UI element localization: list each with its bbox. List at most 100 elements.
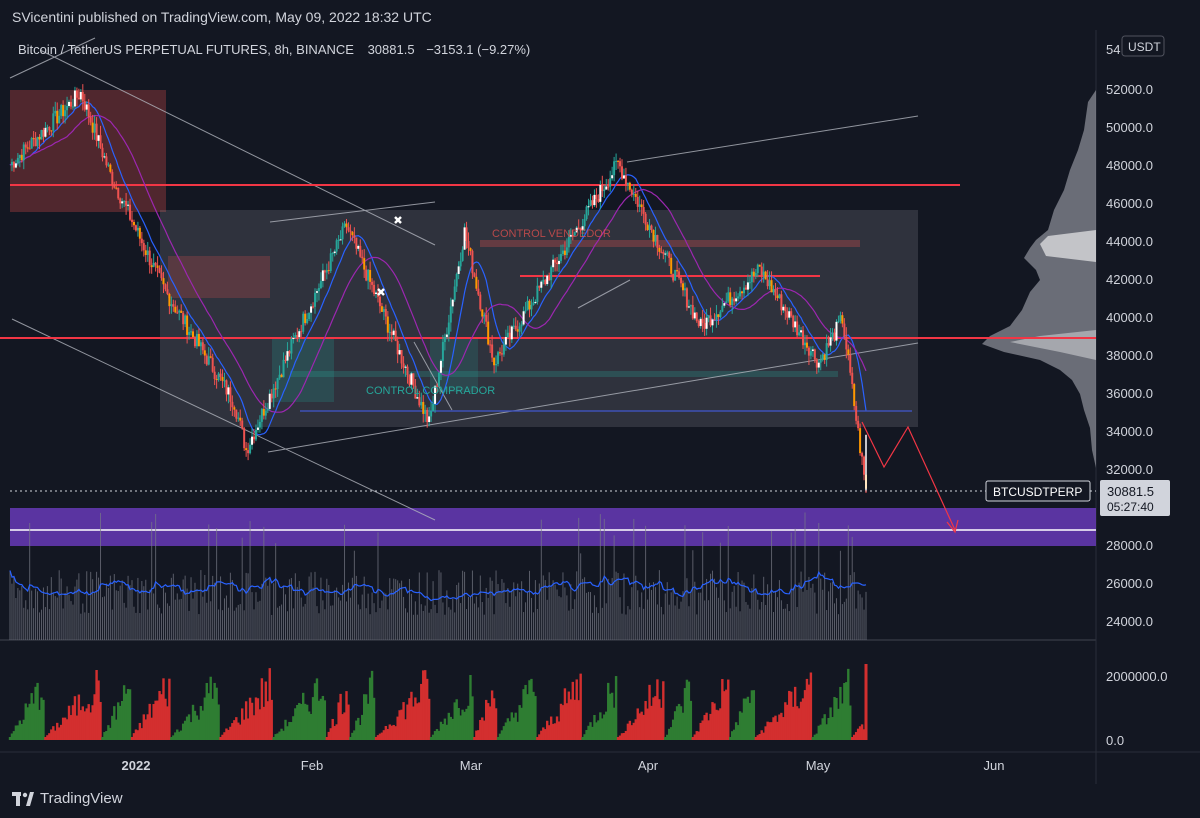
candle-body [260,408,263,422]
candle-body [780,294,783,311]
chart-area[interactable]: CONTROL VENDEDOR CONTROL COMPRADOR Bitco… [0,30,1200,784]
candle-body [178,310,181,313]
symbol-tag[interactable]: BTCUSDTPERP [985,480,1091,502]
candle-body [471,250,474,274]
time-tick: May [806,758,831,773]
candle-body [681,283,684,291]
candle-body [703,322,706,329]
candle-body [733,298,736,302]
candle-body [508,332,511,340]
candle-body [62,105,65,117]
candle-body [619,161,622,167]
candle-body [477,288,480,295]
price-chart[interactable]: CONTROL VENDEDOR CONTROL COMPRADOR Bitco… [0,30,1200,784]
candle-body [380,306,383,312]
candle-body [314,292,317,307]
candle-body [559,253,562,261]
candle-body [835,321,838,341]
price-axis[interactable]: 52000.0 50000.0 48000.0 46000.0 44000.0 42000… [1106,82,1153,629]
candle-body [229,387,232,402]
oscillator-axis[interactable]: 2000000.0 0.0 [1106,669,1167,748]
candle-body [131,219,134,223]
candle-body [10,161,13,166]
candle-body [754,273,757,276]
candle-body [404,366,407,368]
candle-body [811,349,814,352]
candle-body [861,453,864,457]
symbol-description: Bitcoin / TetherUS PERPETUAL FUTURES, 8h… [18,42,530,57]
candle-body [215,378,218,380]
candle-body [522,311,525,325]
candle-body [748,282,751,284]
candle-body [746,282,749,290]
candle-body [154,262,157,266]
candle-body [794,321,797,328]
candle-body [207,356,210,365]
candle-body [182,312,185,325]
candle-body [168,293,171,307]
candle-body [536,285,539,302]
time-axis[interactable]: 2022 Feb Mar Apr May Jun [122,758,1005,773]
candle-body [308,312,311,320]
candle-body [416,397,419,399]
candle-body [146,250,149,256]
candle-body [325,270,328,273]
candle-body [406,366,409,376]
price-tick: 52000.0 [1106,82,1153,97]
candle-body [430,411,433,417]
candle-body [125,200,128,206]
candle-body [312,306,315,308]
candle-body [699,318,702,327]
candle-body [491,344,494,358]
candle-body [453,286,456,300]
tradingview-logo[interactable]: TradingView [12,790,123,807]
candle-body [495,364,498,366]
candle-body [542,279,545,282]
candle-body [225,380,228,395]
candle-body [77,97,80,100]
candle-body [451,299,454,307]
candle-body [371,281,374,285]
candle-body [221,376,224,381]
candle-body [514,325,517,330]
candle-body [408,375,411,385]
candle-body [461,249,464,261]
candle-body [591,200,594,206]
candle-body [83,101,86,110]
candle-body [235,409,238,419]
candle-body [642,207,645,214]
candle-body [79,91,82,100]
time-tick: Jun [984,758,1005,773]
candle-body [300,331,303,333]
candle-body [241,420,244,429]
candle-body [809,351,812,356]
price-tick: 46000.0 [1106,196,1153,211]
candle-body [162,278,165,285]
candle-body [50,130,53,132]
candle-body [538,285,541,288]
last-price-label[interactable]: 30881.5 05:27:40 [1100,480,1170,516]
currency-badge[interactable]: USDT [1121,35,1165,57]
candle-body [770,280,773,293]
candle-body [256,427,259,430]
candle-body [384,309,387,317]
candle-body [428,416,431,423]
candle-body [737,296,740,299]
candle-body [685,288,688,308]
candle-body [382,309,385,312]
candle-body [164,284,167,290]
candle-body [772,289,775,293]
candle-body [851,372,854,385]
candle-body [30,138,33,149]
candle-body [739,291,742,297]
candle-body [315,291,318,293]
candle-body [121,201,124,204]
candle-body [44,127,47,137]
price-tick: 34000.0 [1106,424,1153,439]
candle-body [190,331,193,333]
candle-body [774,289,777,296]
candle-body [526,300,529,311]
time-tick: Mar [460,758,483,773]
candle-body [786,311,789,318]
candle-body [113,184,116,188]
